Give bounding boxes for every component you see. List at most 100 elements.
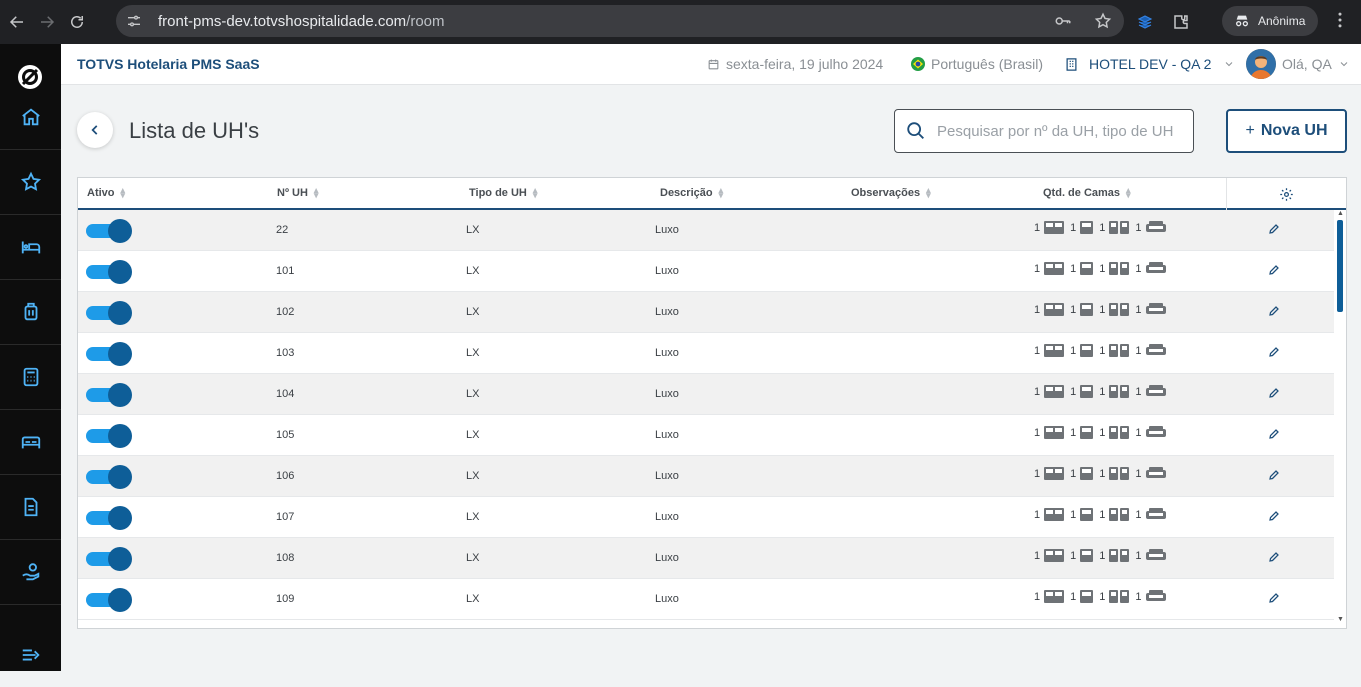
search-input[interactable] (937, 122, 1187, 140)
sidebar-item-home[interactable] (0, 85, 61, 150)
bed-count: 1 (1070, 549, 1094, 562)
table-row[interactable]: 109 LX Luxo 1 1 1 1 (78, 579, 1334, 620)
bed-count: 1 (1135, 590, 1166, 603)
room-number: 108 (276, 552, 295, 564)
edit-pencil-icon[interactable] (1268, 304, 1282, 318)
bed-count: 1 (1135, 549, 1166, 562)
edit-pencil-icon[interactable] (1268, 345, 1282, 359)
address-bar[interactable]: front-pms-dev.totvshospitalidade.com/roo… (116, 5, 1124, 37)
sidebar-item-rooms[interactable] (0, 215, 61, 280)
active-toggle[interactable] (86, 219, 134, 243)
profile-button[interactable]: Anônima (1222, 6, 1318, 36)
edit-pencil-icon[interactable] (1268, 222, 1282, 236)
active-toggle[interactable] (86, 383, 134, 407)
edit-pencil-icon[interactable] (1268, 427, 1282, 441)
sort-icon: ▴ ▾ (120, 185, 126, 200)
edit-pencil-icon[interactable] (1268, 263, 1282, 277)
reload-icon[interactable] (64, 9, 90, 35)
active-toggle[interactable] (86, 547, 134, 571)
room-type: LX (466, 224, 480, 236)
column-header-type[interactable]: Tipo de UH ▴ ▾ (469, 186, 537, 200)
bed-count: 1 (1099, 221, 1130, 234)
table-header: Ativo ▴ ▾ Nº UH ▴ ▾ Tipo de UH ▴ ▾ Descrição ▴ ▾… (78, 178, 1346, 210)
puzzle-icon[interactable] (1172, 13, 1190, 31)
edit-pencil-icon[interactable] (1268, 468, 1282, 482)
sidebar-item-reports[interactable] (0, 475, 61, 540)
edit-pencil-icon[interactable] (1268, 386, 1282, 400)
sidebar-item-favorites[interactable] (0, 150, 61, 215)
sidebar-item-finance[interactable] (0, 345, 61, 410)
table-scrollbar[interactable]: ▲ ▼ (1334, 210, 1346, 628)
calendar-icon (708, 59, 719, 69)
column-header-number[interactable]: Nº UH ▴ ▾ (277, 186, 318, 200)
edit-pencil-icon[interactable] (1268, 591, 1282, 605)
scrollbar-thumb[interactable] (1337, 220, 1343, 312)
hotel-selector[interactable]: HOTEL DEV - QA 2 (1064, 56, 1235, 72)
double-bed-icon (1042, 508, 1065, 521)
room-number: 105 (276, 429, 295, 441)
sidebar-expand-button[interactable] (0, 622, 61, 687)
active-toggle[interactable] (86, 424, 134, 448)
bed-quantities: 1111 (1034, 590, 1172, 603)
active-toggle[interactable] (86, 506, 134, 530)
room-type: LX (466, 470, 480, 482)
forward-arrow-icon[interactable] (34, 9, 60, 35)
bed-count: 1 (1034, 303, 1065, 316)
room-description: Luxo (655, 306, 679, 318)
sofa-bed-icon (1144, 303, 1166, 316)
single-bed-icon (1078, 221, 1094, 234)
active-toggle[interactable] (86, 588, 134, 612)
room-description: Luxo (655, 388, 679, 400)
edit-pencil-icon[interactable] (1268, 509, 1282, 523)
active-toggle[interactable] (86, 465, 134, 489)
user-menu[interactable]: Olá, QA (1282, 56, 1350, 72)
sidebar-item-housekeeping[interactable] (0, 410, 61, 475)
single-bed-icon (1078, 262, 1094, 275)
single-bed-icon (1078, 344, 1094, 357)
back-arrow-icon[interactable] (4, 9, 30, 35)
sofa-bed-icon (1144, 590, 1166, 603)
language-selector[interactable]: Português (Brasil) (911, 56, 1043, 72)
bed-count: 1 (1034, 426, 1065, 439)
table-row[interactable]: 105 LX Luxo 1 1 1 1 (78, 415, 1334, 456)
table-row[interactable]: 101 LX Luxo 1 1 1 1 (78, 251, 1334, 292)
active-toggle[interactable] (86, 301, 134, 325)
sidebar-item-reservations[interactable] (0, 280, 61, 345)
column-header-beds[interactable]: Qtd. de Camas ▴ ▾ (1043, 186, 1131, 200)
key-icon[interactable] (1054, 12, 1072, 30)
incognito-icon (1236, 15, 1248, 27)
twin-bed-icon (1107, 426, 1130, 439)
bed-quantities: 1111 (1034, 344, 1172, 357)
room-number: 107 (276, 511, 295, 523)
browser-menu-icon[interactable] (1330, 10, 1350, 35)
chevron-down-icon (1226, 62, 1233, 67)
room-description: Luxo (655, 593, 679, 605)
room-type: LX (466, 306, 480, 318)
table-row[interactable]: 103 LX Luxo 1 1 1 1 (78, 333, 1334, 374)
active-toggle[interactable] (86, 342, 134, 366)
bookmark-star-icon[interactable] (1094, 12, 1112, 30)
column-header-description[interactable]: Descrição ▴ ▾ (660, 186, 723, 200)
active-toggle[interactable] (86, 260, 134, 284)
search-box[interactable] (894, 109, 1194, 153)
column-header-notes[interactable]: Observações ▴ ▾ (851, 186, 931, 200)
site-settings-icon[interactable] (120, 7, 148, 35)
column-header-active[interactable]: Ativo ▴ ▾ (87, 185, 126, 200)
table-row[interactable]: 104 LX Luxo 1 1 1 1 (78, 374, 1334, 415)
bed-count: 1 (1099, 303, 1130, 316)
back-button[interactable] (77, 112, 113, 148)
table-settings-button[interactable] (1226, 178, 1346, 210)
edit-pencil-icon[interactable] (1268, 550, 1282, 564)
new-room-button[interactable]: + Nova UH (1226, 109, 1347, 153)
chevron-down-icon (1340, 62, 1348, 67)
extension-logo-icon[interactable] (1136, 13, 1154, 31)
sidebar-item-payments[interactable] (0, 540, 61, 605)
table-row[interactable]: 108 LX Luxo 1 1 1 1 (78, 538, 1334, 579)
table-row[interactable]: 106 LX Luxo 1 1 1 1 (78, 456, 1334, 497)
avatar[interactable] (1246, 49, 1276, 79)
sofa-bed-icon (1144, 344, 1166, 357)
table-row[interactable]: 102 LX Luxo 1 1 1 1 (78, 292, 1334, 333)
bed-quantities: 1111 (1034, 385, 1172, 398)
table-row[interactable]: 22 LX Luxo 1 1 1 1 (78, 210, 1334, 251)
table-row[interactable]: 107 LX Luxo 1 1 1 1 (78, 497, 1334, 538)
